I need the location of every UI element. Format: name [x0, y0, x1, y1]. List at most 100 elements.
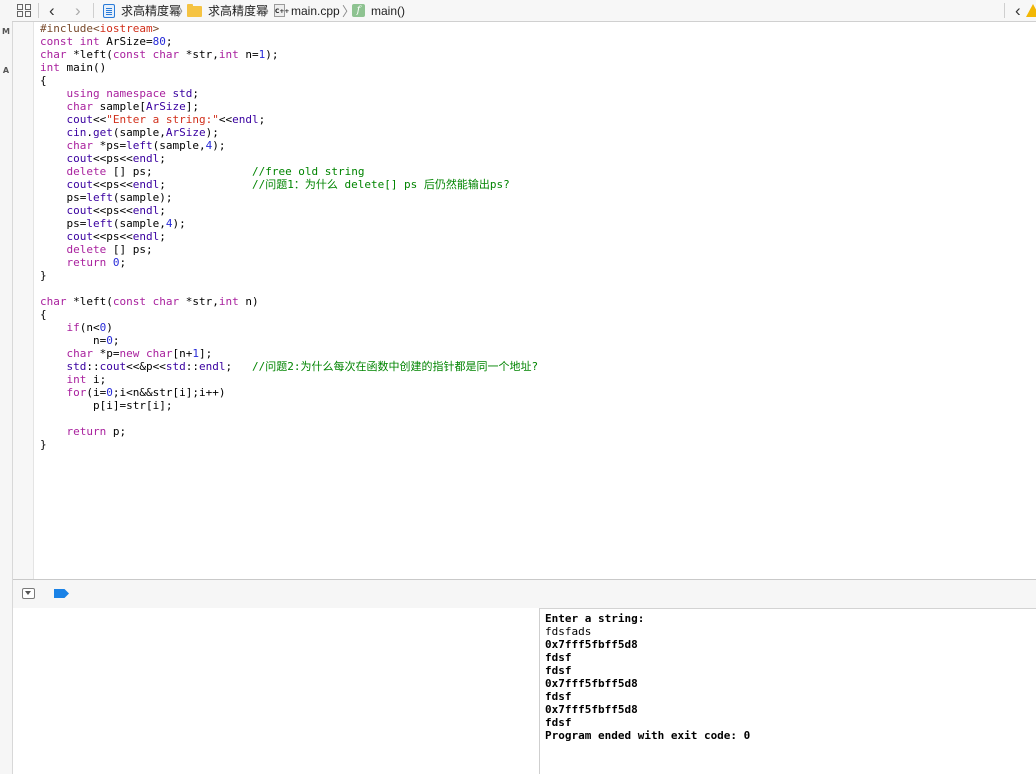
code-line[interactable]: cout<<ps<<endl; [40, 204, 538, 217]
code-token: <<ps<< [93, 178, 133, 191]
console-line: fdsfads [545, 625, 592, 638]
hide-debug-area-button[interactable] [22, 588, 35, 599]
code-token: endl [132, 152, 160, 165]
breadcrumb-file[interactable]: C++ main.cpp [274, 0, 340, 21]
code-line[interactable]: { [40, 308, 538, 321]
code-token: ]; [185, 100, 199, 113]
code-token: cout [99, 360, 127, 373]
back-button[interactable]: ‹ [49, 0, 55, 21]
code-token: char [152, 48, 180, 61]
code-line[interactable]: cout<<"Enter a string:"<<endl; [40, 113, 538, 126]
code-line[interactable]: int main() [40, 61, 538, 74]
breadcrumb-function[interactable]: f main() [352, 0, 405, 21]
code-line[interactable]: delete [] ps; //free old string [40, 165, 538, 178]
code-token: ; [258, 113, 266, 126]
code-line[interactable]: } [40, 438, 538, 451]
code-token: ); [172, 217, 186, 230]
code-line[interactable]: using namespace std; [40, 87, 538, 100]
forward-button[interactable]: › [75, 0, 81, 21]
code-line[interactable]: cout<<ps<<endl; //问题1：为什么 delete[] ps 后仍… [40, 178, 538, 191]
code-token: (n< [79, 321, 100, 334]
code-editor[interactable]: #include<iostream> const int ArSize=80; ch… [40, 22, 538, 451]
code-token: ; [159, 230, 166, 243]
code-line[interactable]: return p; [40, 425, 538, 438]
code-token: ; [159, 178, 252, 191]
code-token: cout [66, 152, 94, 165]
code-token: int [218, 48, 239, 61]
code-line[interactable]: cin.get(sample,ArSize); [40, 126, 538, 139]
code-line[interactable]: std::cout<<&p<<std::endl; //问题2:为什么每次在函数… [40, 360, 539, 373]
code-token: (sample, [152, 139, 206, 152]
console-line: Program ended with exit code: 0 [545, 729, 751, 742]
code-token: left [86, 217, 113, 230]
code-line[interactable]: if(n<0) [40, 321, 538, 334]
code-token: //问题2:为什么每次在函数中创建的指针都是同一个地址? [252, 360, 539, 373]
code-line[interactable]: ps=left(sample,4); [40, 217, 538, 230]
code-line[interactable]: cout<<ps<<endl; [40, 152, 538, 165]
code-line[interactable] [40, 282, 538, 295]
code-line[interactable]: char *left(const char *str,int n) [40, 295, 538, 308]
code-token: ]; [199, 347, 213, 360]
code-line[interactable]: int i; [40, 373, 538, 386]
code-token: cout [66, 113, 94, 126]
code-line[interactable]: char *p=new char[n+1]; [40, 347, 538, 360]
code-token: << [93, 113, 107, 126]
code-line[interactable]: ps=left(sample); [40, 191, 538, 204]
code-token: int [66, 373, 87, 386]
code-line[interactable]: const int ArSize=80; [40, 35, 538, 48]
code-token: ;i<n&&str[i];i++) [112, 386, 226, 399]
code-token: ; [159, 152, 166, 165]
code-token: return [66, 256, 107, 269]
console-line: fdsf [545, 651, 572, 664]
code-line[interactable]: char *ps=left(sample,4); [40, 139, 538, 152]
code-line[interactable]: cout<<ps<<endl; [40, 230, 538, 243]
code-line[interactable]: char *left(const char *str,int n=1); [40, 48, 538, 61]
code-token: ) [106, 321, 113, 334]
console-line: fdsf [545, 716, 572, 729]
code-line[interactable]: char sample[ArSize]; [40, 100, 538, 113]
code-token: <<ps<< [93, 204, 133, 217]
code-line[interactable] [40, 412, 538, 425]
code-token: char [40, 295, 67, 308]
previous-issue-button[interactable]: ‹ [1015, 0, 1021, 21]
code-token: const [112, 295, 146, 308]
breadcrumb-project-label: 求高精度幂 [121, 4, 182, 18]
code-token: (sample, [112, 217, 166, 230]
code-token: *ps= [93, 139, 127, 152]
related-items-icon[interactable] [17, 0, 31, 21]
code-token: (sample, [112, 126, 166, 139]
code-token: char [40, 48, 67, 61]
code-line[interactable]: p[i]=str[i]; [40, 399, 538, 412]
code-token: <<&p<< [126, 360, 166, 373]
code-line[interactable]: #include<iostream> [40, 22, 538, 35]
warning-icon[interactable] [1026, 0, 1036, 21]
code-line[interactable]: n=0; [40, 334, 538, 347]
breadcrumb-project[interactable]: 求高精度幂 [103, 0, 181, 21]
breadcrumb-folder[interactable]: 求高精度幂 [187, 0, 268, 21]
code-token: n= [40, 334, 107, 347]
variables-view[interactable] [13, 608, 540, 774]
line-gutter[interactable] [13, 22, 34, 579]
code-line[interactable]: } [40, 269, 538, 282]
code-token: [] ps; [106, 243, 153, 256]
code-line[interactable]: { [40, 74, 538, 87]
code-token: ps= [40, 191, 87, 204]
code-token: endl [132, 230, 160, 243]
code-token: ArSize [145, 100, 186, 113]
project-icon [103, 3, 115, 18]
code-token: int [218, 295, 239, 308]
console-output[interactable]: Enter a string: fdsfads 0x7fff5fbff5d8 fdsf… [545, 612, 750, 742]
code-line[interactable]: for(i=0;i<n&&str[i];i++) [40, 386, 538, 399]
code-token: sample[ [93, 100, 146, 113]
code-line[interactable]: delete [] ps; [40, 243, 538, 256]
code-token: 0 [112, 256, 120, 269]
breakpoint-toggle-icon[interactable] [54, 589, 69, 598]
code-line[interactable]: return 0; [40, 256, 538, 269]
